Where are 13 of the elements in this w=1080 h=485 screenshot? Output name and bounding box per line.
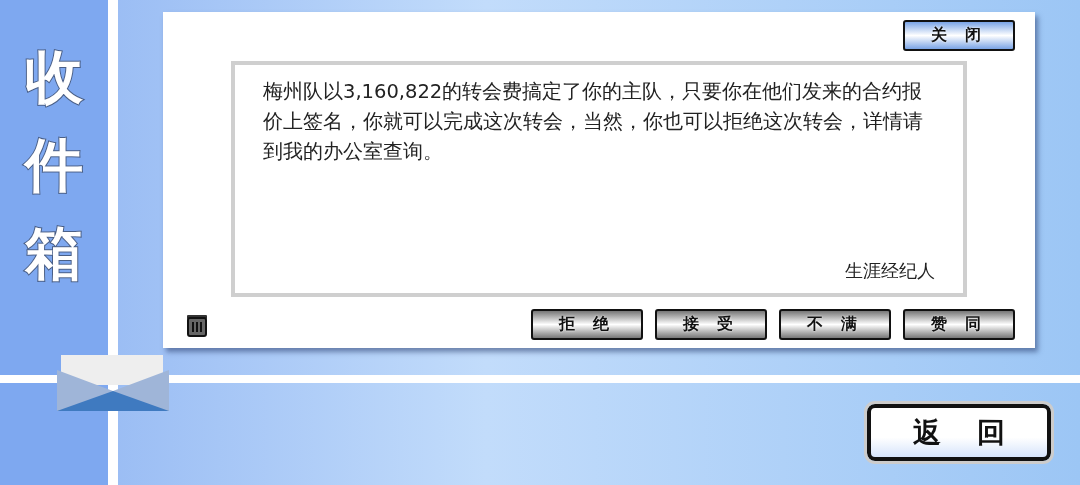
action-button[interactable]: 赞同 — [903, 309, 1015, 340]
message-text: 梅州队以3,160,822的转会费搞定了你的主队，只要你在他们发来的合约报价上签名，你就可以完成这次转会，当然，你也可以拒绝这次转会，详情请到我的办公室查询。 — [263, 79, 924, 165]
back-button[interactable]: 返回 — [867, 404, 1051, 461]
inbox-title: 件 — [25, 136, 83, 194]
inbox-title: 收 — [25, 48, 83, 106]
action-button[interactable]: 不满 — [779, 309, 891, 340]
action-button[interactable]: 接受 — [655, 309, 767, 340]
envelope-icon — [57, 355, 169, 411]
inbox-title: 箱 — [25, 224, 83, 282]
message-signature: 生涯经纪人 — [845, 259, 935, 283]
action-button[interactable]: 拒绝 — [531, 309, 643, 340]
trash-icon[interactable] — [185, 312, 209, 337]
close-button[interactable]: 关闭 — [903, 20, 1015, 51]
